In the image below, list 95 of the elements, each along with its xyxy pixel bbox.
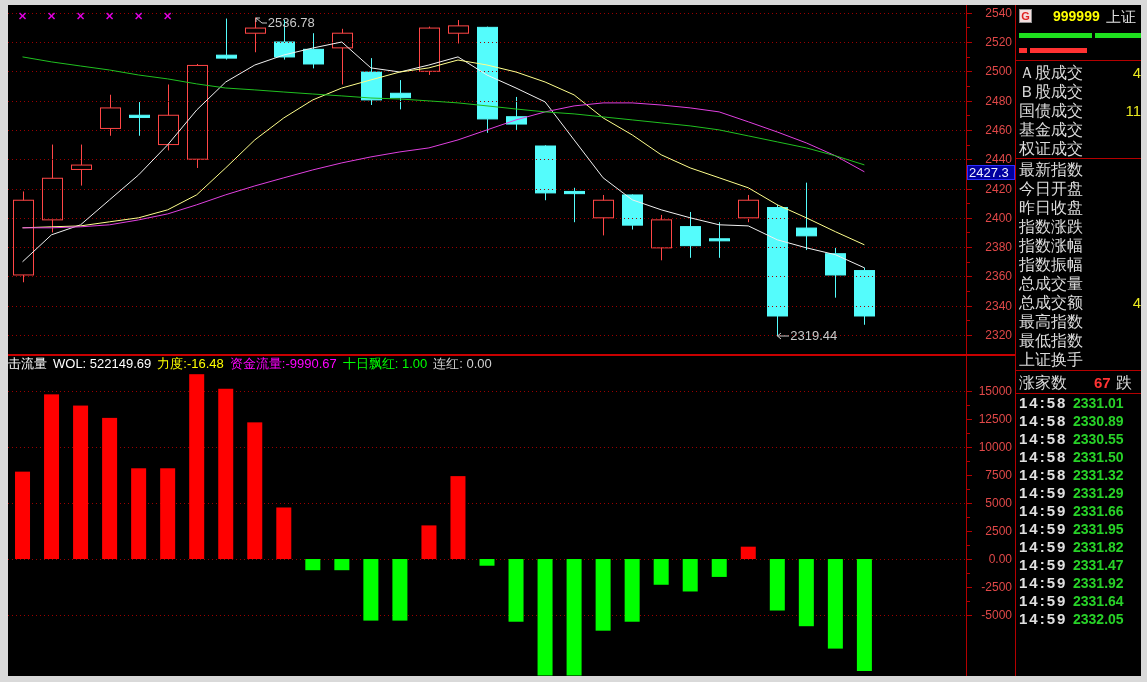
axis-label: 0.00 [988, 553, 1012, 565]
stat-label: 指数涨跌 [1019, 217, 1083, 236]
stat-label: Ａ股成交 [1019, 63, 1083, 82]
indicator-reading: 资金流量:-9990.67 [229, 357, 337, 371]
trade-price: 2331.66 [1073, 502, 1124, 520]
stat-label: 最低指数 [1019, 331, 1083, 350]
stat-label: 国债成交 [1019, 101, 1083, 120]
trade-time: 14:58 [1018, 430, 1069, 448]
stat-label: 指数振幅 [1019, 255, 1083, 274]
bar [334, 559, 350, 571]
trade-price: 2331.82 [1073, 538, 1124, 556]
bar [363, 559, 379, 621]
axis-label: -2500 [981, 581, 1012, 593]
trade-price: 2330.55 [1073, 430, 1124, 448]
trade-time: 14:59 [1018, 556, 1069, 574]
stat-label: 总成交量 [1019, 274, 1083, 293]
axis-label: 2400 [985, 211, 1012, 224]
axis-label: 2420 [985, 182, 1012, 195]
indicator-reading: 连红: 0.00 [433, 357, 492, 371]
axis-label: 2500 [985, 65, 1012, 78]
stat-label: 上证换手 [1019, 350, 1083, 369]
trade-price: 2331.92 [1073, 574, 1124, 592]
bar [624, 559, 640, 622]
trade-price: 2331.95 [1073, 520, 1124, 538]
axis-label: 2380 [985, 241, 1012, 254]
axis-label: 15000 [978, 385, 1012, 397]
indicator-reading: 击流量 [8, 357, 47, 371]
axis-label: 10000 [978, 441, 1012, 453]
axis-label: -5000 [981, 609, 1012, 621]
axis-label: 2520 [985, 36, 1012, 48]
indicator-reading: 十日飘红: 1.00 [342, 357, 428, 371]
axis-label: 2540 [985, 6, 1012, 19]
trade-price: 2331.29 [1073, 484, 1124, 502]
bar [479, 559, 495, 566]
bar [769, 559, 785, 611]
stat-label: 今日开盘 [1019, 179, 1083, 198]
trade-time: 14:58 [1018, 412, 1069, 430]
stat-label: 涨家数 [1019, 372, 1067, 392]
bar [740, 546, 756, 559]
axis-label: 2340 [985, 299, 1012, 312]
axis-label: 2460 [985, 123, 1012, 136]
stat-label: 最新指数 [1019, 160, 1083, 179]
axis-label: 7500 [985, 469, 1012, 481]
axis-label: 2500 [985, 525, 1012, 537]
bar [653, 559, 669, 585]
stat-value: 11 [1125, 101, 1141, 120]
trade-time: 14:59 [1018, 574, 1069, 592]
trade-time: 14:59 [1018, 592, 1069, 610]
bar [392, 559, 408, 621]
trade-time: 14:59 [1018, 520, 1069, 538]
g-button[interactable]: G [1019, 9, 1032, 23]
trade-price: 2332.05 [1073, 610, 1124, 628]
index-code: 999999 [1053, 9, 1100, 23]
axis-label: 2440 [985, 153, 1012, 166]
bar [595, 559, 611, 631]
stat-label: 权证成交 [1019, 139, 1083, 158]
trade-time: 14:58 [1018, 394, 1069, 412]
stat-label: 最高指数 [1019, 312, 1083, 331]
stat-label: 昨日收盘 [1019, 198, 1083, 217]
trade-price: 2331.01 [1073, 394, 1124, 412]
indicator-reading: WOL: 522149.69 [53, 357, 152, 371]
stat-label: 指数涨幅 [1019, 236, 1083, 255]
price-cursor-label: 2427.3 [967, 165, 1015, 180]
trade-time: 14:59 [1018, 502, 1069, 520]
axis-label: 12500 [978, 413, 1012, 425]
indicator-reading: 力度:-16.48 [157, 357, 224, 371]
trade-price: 2331.32 [1073, 466, 1124, 484]
stat-value: 67 [1094, 372, 1111, 392]
trade-price: 2330.89 [1073, 412, 1124, 430]
bar [711, 559, 727, 577]
stat-value: 4 [1132, 293, 1141, 312]
trade-time: 14:58 [1018, 466, 1069, 484]
bar [305, 559, 321, 571]
axis-label: 2480 [985, 94, 1012, 107]
trade-time: 14:58 [1018, 448, 1069, 466]
axis-label: 2360 [985, 270, 1012, 283]
bar [276, 507, 292, 559]
axis-label: 2320 [985, 329, 1012, 341]
trade-time: 14:59 [1018, 484, 1069, 502]
axis-label: 5000 [985, 497, 1012, 509]
stat-value: 4 [1132, 63, 1141, 82]
trade-time: 14:59 [1018, 538, 1069, 556]
index-name: 上证 [1105, 8, 1136, 24]
stat-label: 跌 [1115, 372, 1132, 392]
trade-price: 2331.47 [1073, 556, 1124, 574]
trade-time: 14:59 [1018, 610, 1069, 628]
bar [421, 525, 437, 559]
stat-label: 基金成交 [1019, 120, 1083, 139]
trade-price: 2331.50 [1073, 448, 1124, 466]
trade-price: 2331.64 [1073, 592, 1124, 610]
stat-label: Ｂ股成交 [1019, 82, 1083, 101]
bar [508, 559, 524, 622]
stat-label: 总成交额 [1019, 293, 1083, 312]
bar [682, 559, 698, 592]
bar [798, 559, 814, 627]
